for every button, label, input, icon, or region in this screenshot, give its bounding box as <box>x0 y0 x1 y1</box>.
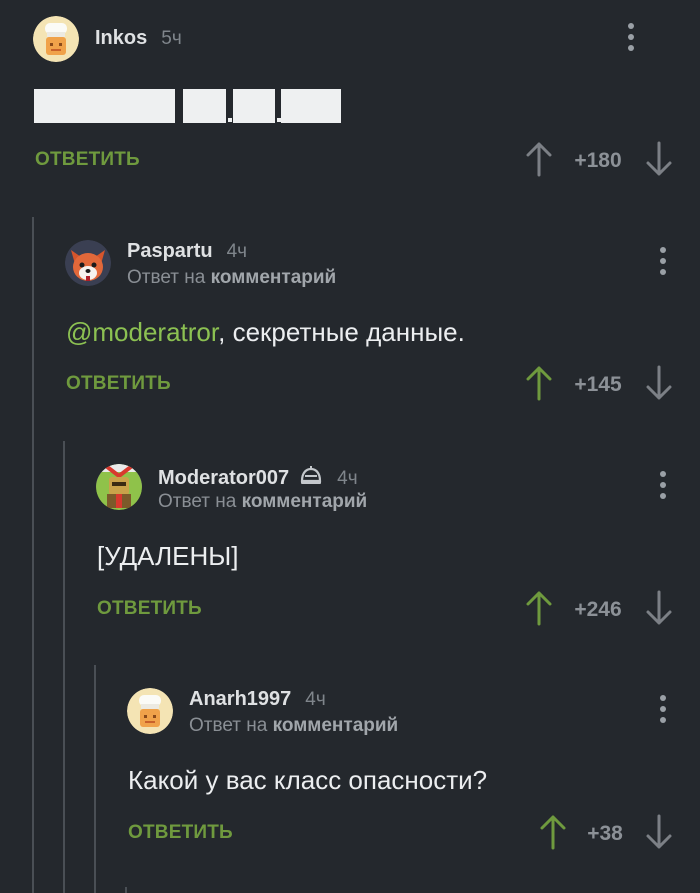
upvote-arrow-icon[interactable] <box>525 365 553 401</box>
reply-button[interactable]: ОТВЕТИТЬ <box>128 822 233 844</box>
downvote-arrow-icon[interactable] <box>645 141 673 177</box>
reply-button[interactable]: ОТВЕТИТЬ <box>66 373 171 395</box>
reply-button[interactable]: ОТВЕТИТЬ <box>35 149 140 171</box>
username[interactable]: Anarh1997 4ч <box>189 688 326 711</box>
reply-to-link[interactable]: Ответ на комментарий <box>158 491 367 513</box>
comment-time: 4ч <box>337 468 358 489</box>
comment-text: [УДАЛЕНЫ] <box>97 541 239 571</box>
user-avatar[interactable] <box>65 240 111 286</box>
more-options-icon[interactable] <box>653 471 673 501</box>
comment-rating: +246 <box>574 598 622 621</box>
more-options-icon[interactable] <box>653 247 673 277</box>
username[interactable]: Paspartu 4ч <box>127 240 247 263</box>
more-options-icon[interactable] <box>653 695 673 725</box>
reply-to-link[interactable]: Ответ на комментарий <box>127 267 336 289</box>
comment-rating: +180 <box>574 149 622 172</box>
reply-to-link[interactable]: Ответ на комментарий <box>189 715 398 737</box>
comment-thread: Inkos 5ч ОТВЕТИТЬ +180 Paspartu 4ч Ответ… <box>0 0 700 893</box>
comment-time: 4ч <box>305 689 326 710</box>
upvote-arrow-icon[interactable] <box>525 141 553 177</box>
comment-footer: ОТВЕТИТЬ +180 <box>35 141 675 181</box>
username[interactable]: Inkos 5ч <box>95 27 182 50</box>
upvote-arrow-icon[interactable] <box>539 814 567 850</box>
comment-header: Inkos 5ч <box>33 16 673 66</box>
comment-footer: ОТВЕТИТЬ +145 <box>66 365 675 405</box>
downvote-arrow-icon[interactable] <box>645 590 673 626</box>
thread-line <box>63 441 65 893</box>
comment-header: Paspartu 4ч Ответ на комментарий <box>65 240 673 290</box>
moderator-helmet-icon <box>301 466 322 484</box>
upvote-arrow-icon[interactable] <box>525 590 553 626</box>
user-mention-link[interactable]: @moderatror <box>66 317 218 347</box>
downvote-arrow-icon[interactable] <box>645 814 673 850</box>
more-options-icon[interactable] <box>621 23 641 53</box>
comment-text: Какой у вас класс опасности? <box>128 765 488 795</box>
comment-time: 5ч <box>161 28 182 49</box>
reply-button[interactable]: ОТВЕТИТЬ <box>97 598 202 620</box>
downvote-arrow-icon[interactable] <box>645 365 673 401</box>
comment-rating: +145 <box>574 373 622 396</box>
user-avatar[interactable] <box>96 464 142 510</box>
comment-header: Moderator007 4ч Ответ на комментарий <box>96 464 673 514</box>
comment-rating: +38 <box>587 822 623 845</box>
comment-footer: ОТВЕТИТЬ +246 <box>97 590 675 630</box>
comment-footer: ОТВЕТИТЬ +38 <box>128 814 675 854</box>
thread-line <box>32 217 34 893</box>
thread-line <box>125 887 127 893</box>
username[interactable]: Moderator007 4ч <box>158 464 358 490</box>
comment-text: @moderatror, секретные данные. <box>66 317 465 347</box>
user-avatar[interactable] <box>33 16 79 62</box>
user-avatar[interactable] <box>127 688 173 734</box>
thread-line <box>94 665 96 893</box>
comment-header: Anarh1997 4ч Ответ на комментарий <box>127 688 673 738</box>
comment-time: 4ч <box>226 241 248 262</box>
